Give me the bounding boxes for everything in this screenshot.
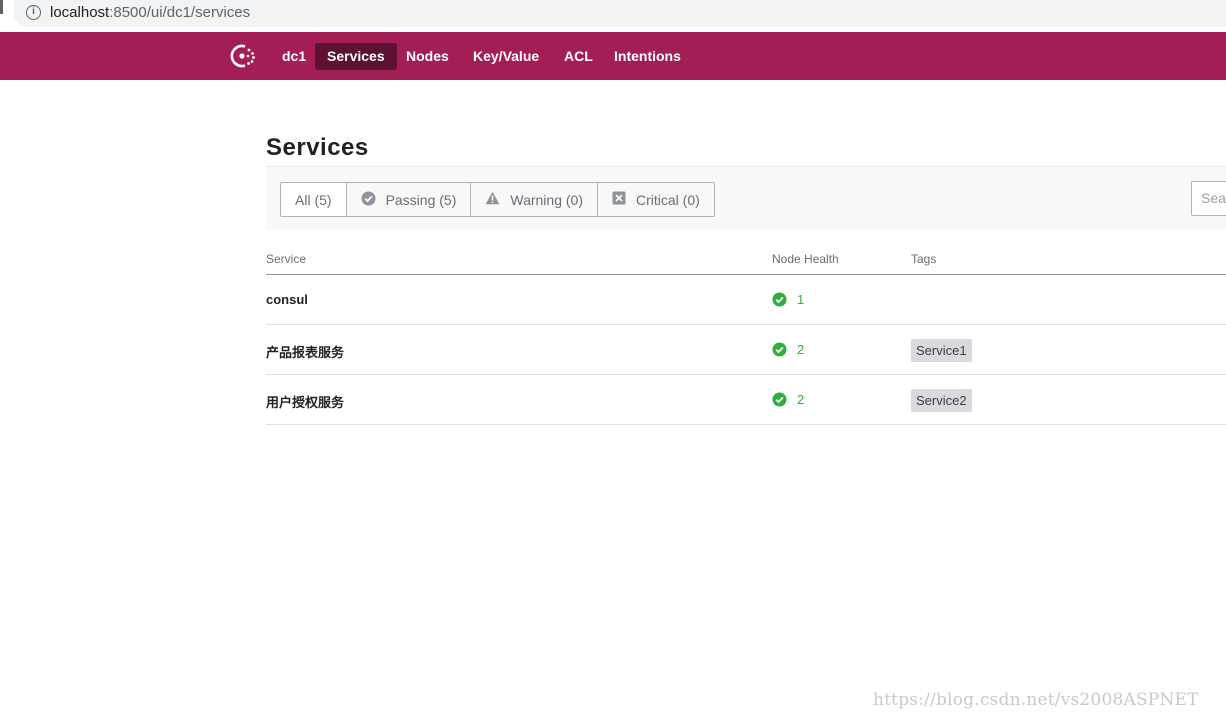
filter-warning[interactable]: Warning (0) <box>471 183 598 216</box>
filter-critical-label: Critical (0) <box>636 191 700 208</box>
browser-address-bar: i localhost:8500/ui/dc1/services <box>0 0 1226 32</box>
service-name-link[interactable]: 用户授权服务 <box>266 392 344 411</box>
services-table: Service Node Health Tags consul 1 产品报表服务… <box>266 248 1226 425</box>
url-path: :8500/ui/dc1/services <box>109 4 251 21</box>
top-nav: dc1 Services Nodes Key/Value ACL Intenti… <box>0 32 1226 80</box>
nav-acl[interactable]: ACL <box>552 43 605 70</box>
nav-nodes[interactable]: Nodes <box>394 43 461 70</box>
table-row[interactable]: consul 1 <box>266 275 1226 325</box>
service-tag: Service2 <box>911 389 972 412</box>
nav-intentions[interactable]: Intentions <box>602 43 693 70</box>
service-name-link[interactable]: consul <box>266 292 308 307</box>
page-title: Services <box>266 134 369 161</box>
header-tags: Tags <box>911 252 937 266</box>
url-host: localhost <box>50 4 110 21</box>
filter-all-label: All (5) <box>295 191 332 208</box>
health-count: 2 <box>797 392 805 407</box>
check-circle-icon <box>361 191 376 209</box>
consul-logo-icon[interactable] <box>228 42 260 70</box>
service-tag: Service1 <box>911 339 972 362</box>
info-icon[interactable]: i <box>26 5 41 20</box>
table-header: Service Node Health Tags <box>266 248 1226 275</box>
table-row[interactable]: 产品报表服务 2 Service1 <box>266 325 1226 375</box>
check-circle-icon <box>772 342 787 357</box>
search-input[interactable]: Sear <box>1191 181 1226 216</box>
filter-all[interactable]: All (5) <box>281 183 347 216</box>
filter-warning-label: Warning (0) <box>510 191 583 208</box>
check-circle-icon <box>772 392 787 407</box>
datacenter-selector[interactable]: dc1 <box>270 43 318 70</box>
node-health: 2 <box>772 392 804 407</box>
filter-bar: All (5) Passing (5) Warning (0) Critical… <box>266 166 1226 230</box>
service-name-link[interactable]: 产品报表服务 <box>266 342 344 361</box>
window-edge <box>0 0 3 14</box>
x-square-icon <box>612 191 626 208</box>
node-health: 2 <box>772 342 804 357</box>
header-node-health: Node Health <box>772 252 839 266</box>
table-row[interactable]: 用户授权服务 2 Service2 <box>266 375 1226 425</box>
nav-services[interactable]: Services <box>315 43 397 70</box>
node-health: 1 <box>772 292 804 307</box>
filter-critical[interactable]: Critical (0) <box>598 183 714 216</box>
header-service: Service <box>266 252 307 266</box>
warning-triangle-icon <box>485 191 500 208</box>
watermark: https://blog.csdn.net/vs2008ASPNET <box>873 690 1199 710</box>
nav-key-value[interactable]: Key/Value <box>461 43 551 70</box>
url-text[interactable]: localhost:8500/ui/dc1/services <box>50 4 250 21</box>
check-circle-icon <box>772 292 787 307</box>
filter-passing[interactable]: Passing (5) <box>346 183 472 216</box>
health-count: 2 <box>797 342 805 357</box>
health-filter-group: All (5) Passing (5) Warning (0) Critical… <box>280 182 715 217</box>
health-count: 1 <box>797 292 805 307</box>
filter-passing-label: Passing (5) <box>385 191 457 208</box>
